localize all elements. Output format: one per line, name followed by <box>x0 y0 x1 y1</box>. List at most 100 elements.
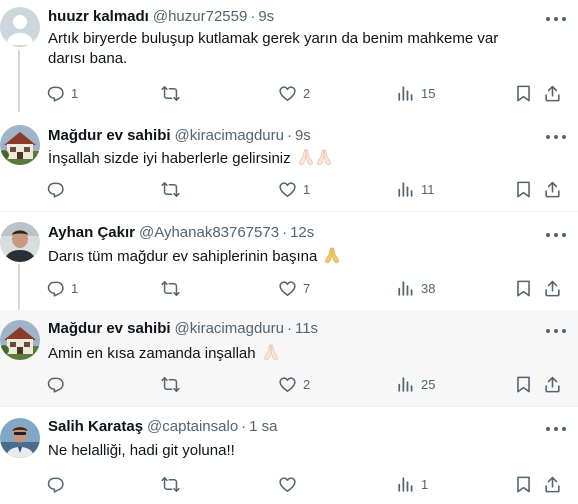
retweet-button[interactable] <box>161 373 186 395</box>
action-bar: 2 25 <box>46 373 568 395</box>
retweet-button[interactable] <box>161 82 186 104</box>
display-name[interactable]: Mağdur ev sahibi <box>48 127 171 144</box>
tweet-header: huuzr kalmadı @huzur72559 · 9s <box>48 8 538 28</box>
more-icon[interactable] <box>546 14 566 24</box>
like-count: 2 <box>303 85 311 101</box>
display-name[interactable]: huuzr kalmadı <box>48 8 149 25</box>
thread-line <box>18 50 20 112</box>
bookmark-button[interactable] <box>514 82 533 104</box>
reply-count: 1 <box>71 85 79 101</box>
pray-emoji <box>323 246 341 270</box>
views-button[interactable]: 38 <box>396 277 435 299</box>
reply-button[interactable] <box>46 178 71 200</box>
user-handle[interactable]: @kiracimagduru <box>175 320 284 337</box>
retweet-button[interactable] <box>161 277 186 299</box>
timestamp[interactable]: 9s <box>295 127 311 144</box>
timestamp[interactable]: 1 sa <box>249 418 277 435</box>
pray-icon <box>262 343 280 361</box>
more-icon[interactable] <box>546 230 566 240</box>
views-count: 1 <box>421 476 429 492</box>
retweet-button[interactable] <box>161 178 186 200</box>
display-name[interactable]: Salih Karataş <box>48 418 143 435</box>
views-count: 25 <box>421 376 436 392</box>
views-icon <box>396 279 415 298</box>
bookmark-button[interactable] <box>514 178 533 200</box>
action-bar: 1 7 38 <box>46 277 568 299</box>
like-button[interactable] <box>278 473 303 495</box>
pray-emoji <box>262 343 280 367</box>
more-icon[interactable] <box>546 132 566 142</box>
user-handle[interactable]: @kiracimagduru <box>175 127 284 144</box>
views-icon <box>396 475 415 494</box>
pray-icon <box>315 148 333 166</box>
tweet-3[interactable]: Ayhan Çakır @Ayhanak83767573 · 12s Darıs… <box>0 216 578 316</box>
bookmark-button[interactable] <box>514 473 533 495</box>
bookmark-button[interactable] <box>514 373 533 395</box>
tweet-1[interactable]: huuzr kalmadı @huzur72559 · 9s Artık bir… <box>0 4 578 112</box>
avatar[interactable] <box>0 7 40 47</box>
avatar[interactable] <box>0 222 40 262</box>
reply-button[interactable]: 1 <box>46 277 78 299</box>
like-button[interactable]: 1 <box>278 178 310 200</box>
tweet-header: Ayhan Çakır @Ayhanak83767573 · 12s <box>48 224 538 244</box>
avatar[interactable] <box>0 125 40 165</box>
man-avatar-icon <box>0 418 40 458</box>
share-button[interactable] <box>543 178 562 200</box>
bookmark-icon <box>514 375 533 394</box>
tweet-text: İnşallah sizde iyi haberlerle gelirsiniz <box>48 148 538 172</box>
comment-icon <box>46 180 65 199</box>
like-count: 1 <box>303 181 311 197</box>
retweet-button[interactable] <box>161 473 186 495</box>
more-icon[interactable] <box>546 326 566 336</box>
avatar[interactable] <box>0 418 40 458</box>
tweet-text-content: Amin en kısa zamanda inşallah <box>48 345 256 362</box>
like-button[interactable]: 7 <box>278 277 310 299</box>
avatar[interactable] <box>0 320 40 360</box>
heart-icon <box>278 84 297 103</box>
views-button[interactable]: 1 <box>396 473 428 495</box>
user-handle[interactable]: @huzur72559 <box>153 8 247 25</box>
share-button[interactable] <box>543 277 562 299</box>
tweet-text: Ne helalliği, hadi git yoluna!! <box>48 441 538 461</box>
share-button[interactable] <box>543 82 562 104</box>
timestamp[interactable]: 9s <box>258 8 274 25</box>
pray-emoji <box>297 148 333 172</box>
tweet-5[interactable]: Salih Karataş @captainsalo · 1 sa Ne hel… <box>0 407 578 504</box>
like-button[interactable]: 2 <box>278 373 310 395</box>
tweet-text: Artık biryerde buluşup kutlamak gerek ya… <box>48 29 538 69</box>
default-avatar-icon <box>0 7 40 47</box>
views-button[interactable]: 15 <box>396 82 435 104</box>
retweet-icon <box>161 475 180 494</box>
bookmark-icon <box>514 279 533 298</box>
share-button[interactable] <box>543 373 562 395</box>
display-name[interactable]: Mağdur ev sahibi <box>48 320 171 337</box>
user-handle[interactable]: @captainsalo <box>147 418 238 435</box>
action-bar: 1 <box>46 473 568 495</box>
display-name[interactable]: Ayhan Çakır <box>48 224 135 241</box>
separator-dot: · <box>282 224 288 241</box>
thread-line <box>18 264 20 316</box>
tweet-4[interactable]: Mağdur ev sahibi @kiracimagduru · 11s Am… <box>0 310 578 406</box>
tweet-2[interactable]: Mağdur ev sahibi @kiracimagduru · 9s İnş… <box>0 120 578 206</box>
tweet-text-content: İnşallah sizde iyi haberlerle gelirsiniz <box>48 150 291 167</box>
more-icon[interactable] <box>546 424 566 434</box>
retweet-icon <box>161 279 180 298</box>
bookmark-button[interactable] <box>514 277 533 299</box>
retweet-icon <box>161 84 180 103</box>
tweet-text: Amin en kısa zamanda inşallah <box>48 343 538 367</box>
views-button[interactable]: 11 <box>396 178 435 200</box>
tweet-text-content: Artık biryerde buluşup kutlamak gerek ya… <box>48 30 499 67</box>
heart-icon <box>278 475 297 494</box>
like-button[interactable]: 2 <box>278 82 310 104</box>
timestamp[interactable]: 12s <box>290 224 314 241</box>
reply-button[interactable] <box>46 473 71 495</box>
timestamp[interactable]: 11s <box>295 320 318 337</box>
bookmark-icon <box>514 84 533 103</box>
reply-button[interactable] <box>46 373 71 395</box>
reply-button[interactable]: 1 <box>46 82 78 104</box>
user-handle[interactable]: @Ayhanak83767573 <box>139 224 279 241</box>
tweet-header: Salih Karataş @captainsalo · 1 sa <box>48 418 538 438</box>
share-icon <box>543 475 562 494</box>
views-button[interactable]: 25 <box>396 373 435 395</box>
share-button[interactable] <box>543 473 562 495</box>
